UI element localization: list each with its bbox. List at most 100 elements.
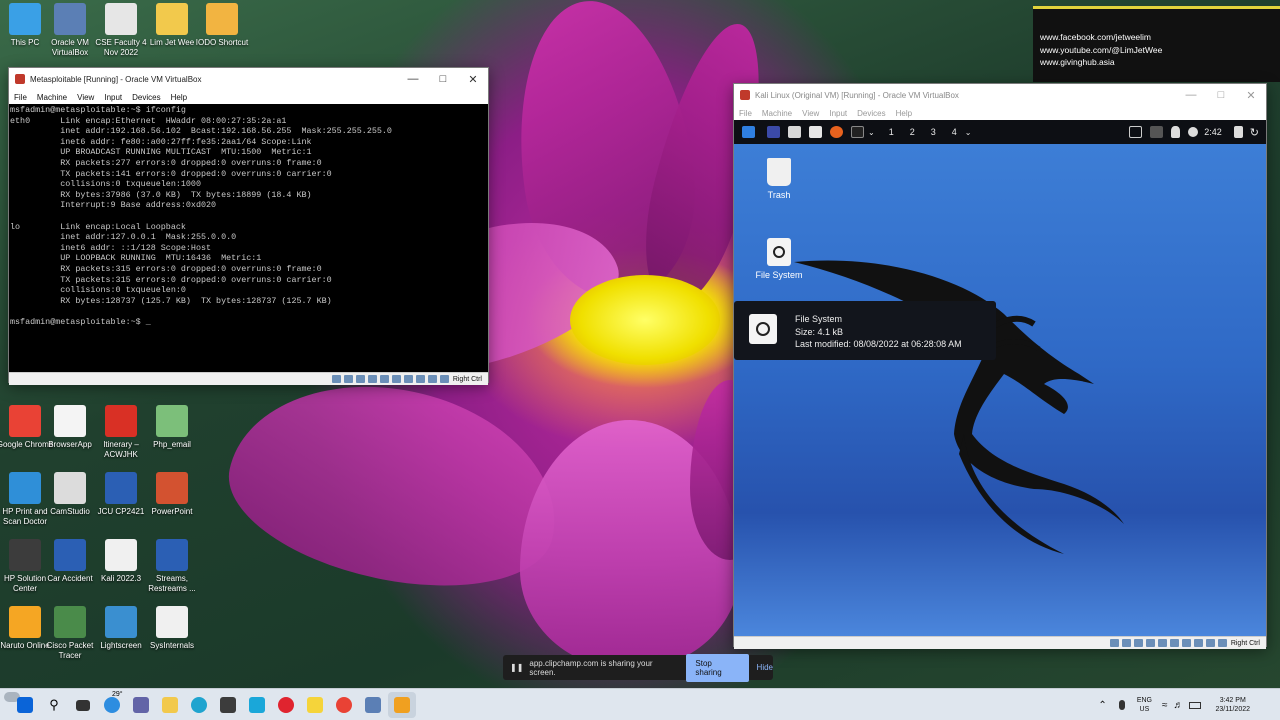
- file-system-tooltip: File System Size: 4.1 kB Last modified: …: [734, 301, 996, 360]
- close-button[interactable]: ✕: [1236, 89, 1266, 102]
- file-explorer-button[interactable]: [156, 692, 184, 718]
- menu-input[interactable]: Input: [829, 109, 847, 118]
- desktop-app-icon: [156, 3, 188, 35]
- website-link[interactable]: www.givinghub.asia: [1040, 56, 1280, 69]
- desktop-icon[interactable]: IODO Shortcut: [192, 3, 252, 48]
- search-button[interactable]: ⚲: [40, 692, 68, 718]
- tooltip-name: File System: [795, 314, 843, 324]
- sticky-notes-button[interactable]: [301, 692, 329, 718]
- desktop-app-icon: [54, 539, 86, 571]
- file-system-desktop-icon[interactable]: File System: [749, 238, 809, 280]
- desktop-icon[interactable]: Php_email: [142, 405, 202, 450]
- battery-icon[interactable]: [1189, 701, 1202, 709]
- maximize-button[interactable]: □: [1206, 89, 1236, 102]
- bell-icon[interactable]: [1171, 126, 1181, 138]
- menu-machine[interactable]: Machine: [762, 109, 792, 118]
- lock-icon[interactable]: [1233, 126, 1243, 138]
- task-view-button[interactable]: [69, 692, 97, 718]
- menu-devices[interactable]: Devices: [132, 93, 160, 102]
- chevron-up-icon[interactable]: ⌃: [1098, 700, 1106, 711]
- menu-view[interactable]: View: [802, 109, 819, 118]
- teams-chat-button[interactable]: [127, 692, 155, 718]
- terminal-screen[interactable]: msfadmin@metasploitable:~$ ifconfig eth0 …: [9, 104, 488, 372]
- kali-top-panel: ⌄ 1 2 3 4 ⌄ 2:42 ↻: [734, 120, 1266, 144]
- workspace-3[interactable]: 3: [931, 127, 936, 137]
- kali-menu-icon[interactable]: [742, 126, 755, 138]
- drive-icon: [749, 314, 777, 344]
- edge-button[interactable]: [185, 692, 213, 718]
- desktop-icon-label: SysInternals: [149, 641, 195, 650]
- window-icon[interactable]: [1129, 126, 1143, 138]
- youtube-link[interactable]: www.youtube.com/@LimJetWee: [1040, 44, 1280, 57]
- start-button[interactable]: [11, 692, 39, 718]
- menu-input[interactable]: Input: [104, 93, 122, 102]
- menu-devices[interactable]: Devices: [857, 109, 885, 118]
- store-button[interactable]: [214, 692, 242, 718]
- chrome-button[interactable]: [330, 692, 358, 718]
- power-icon[interactable]: [1188, 127, 1199, 137]
- chevron-down-icon[interactable]: ⌄: [965, 128, 972, 137]
- terminal-icon[interactable]: [851, 126, 864, 138]
- stop-sharing-button[interactable]: Stop sharing: [686, 653, 749, 682]
- mute-icon[interactable]: [1150, 126, 1164, 138]
- microphone-icon[interactable]: [1118, 700, 1125, 710]
- usb-icon: [1157, 639, 1167, 647]
- workspace-1[interactable]: 1: [889, 127, 894, 137]
- maximize-button[interactable]: □: [428, 73, 458, 86]
- menu-view[interactable]: View: [77, 93, 94, 102]
- workspace-4[interactable]: 4: [952, 127, 957, 137]
- terminal-line: RX bytes:128737 (125.7 KB) TX bytes:1287…: [10, 295, 332, 306]
- hide-button[interactable]: Hide: [757, 663, 773, 672]
- refresh-icon[interactable]: ↻: [1250, 126, 1259, 139]
- minimize-button[interactable]: —: [398, 73, 428, 86]
- desktop-icon[interactable]: Streams, Restreams ...: [142, 539, 202, 594]
- clock[interactable]: 3:42 PM 23/11/2022: [1215, 696, 1250, 714]
- terminal-line: inet6 addr: fe80::a00:27ff:fe35:2aa1/64 …: [10, 136, 312, 147]
- text-editor-icon[interactable]: [809, 126, 822, 138]
- menu-help[interactable]: Help: [171, 93, 187, 102]
- vm-status-bar: Right Ctrl: [9, 372, 488, 385]
- file-system-label: File System: [755, 270, 803, 280]
- minimize-button[interactable]: —: [1176, 89, 1206, 102]
- close-button[interactable]: ✕: [458, 73, 488, 86]
- firefox-icon[interactable]: [830, 126, 843, 138]
- chevron-down-icon[interactable]: ⌄: [868, 128, 875, 137]
- menu-help[interactable]: Help: [896, 109, 912, 118]
- menu-machine[interactable]: Machine: [37, 93, 67, 102]
- kali-clock[interactable]: 2:42: [1204, 127, 1222, 137]
- workspace-2[interactable]: 2: [910, 127, 915, 137]
- show-desktop-icon[interactable]: [767, 126, 780, 138]
- wifi-icon[interactable]: ≈: [1162, 700, 1168, 711]
- virtualbox-button[interactable]: [359, 692, 387, 718]
- language-indicator[interactable]: ENG US: [1137, 696, 1152, 714]
- optical-icon: [1121, 639, 1131, 647]
- desktop-app-icon: [54, 3, 86, 35]
- trash-label: Trash: [767, 190, 791, 200]
- trash-desktop-icon[interactable]: Trash: [749, 158, 809, 200]
- cpu-icon: [1205, 639, 1215, 647]
- facebook-link[interactable]: www.facebook.com/jetweelim: [1040, 31, 1280, 44]
- app-l-button[interactable]: [243, 692, 271, 718]
- kali-window[interactable]: Kali Linux (Original VM) [Running] - Ora…: [733, 83, 1267, 649]
- widgets-button[interactable]: [98, 692, 126, 718]
- optical-icon: [343, 375, 353, 383]
- kali-button[interactable]: [388, 692, 416, 718]
- lotus-center: [570, 275, 720, 365]
- menu-file[interactable]: File: [14, 93, 27, 102]
- file-manager-icon[interactable]: [788, 126, 801, 138]
- virtualbox-icon: [740, 90, 750, 100]
- desktop-app-icon: [105, 405, 137, 437]
- network-icon: [1145, 639, 1155, 647]
- terminal-line: msfadmin@metasploitable:~$ ifconfig: [10, 105, 186, 115]
- volume-icon[interactable]: ♬: [1173, 700, 1183, 711]
- terminal-line: lo Link encap:Local Loopback: [10, 221, 186, 232]
- metasploitable-titlebar[interactable]: Metasploitable [Running] - Oracle VM Vir…: [9, 68, 488, 90]
- opera-button[interactable]: [272, 692, 300, 718]
- kali-desktop[interactable]: Trash File System File System Size: 4.1 …: [734, 144, 1266, 636]
- recording-icon: [415, 375, 425, 383]
- kali-titlebar[interactable]: Kali Linux (Original VM) [Running] - Ora…: [734, 84, 1266, 106]
- menu-file[interactable]: File: [739, 109, 752, 118]
- metasploitable-window[interactable]: Metasploitable [Running] - Oracle VM Vir…: [8, 67, 489, 385]
- desktop-icon[interactable]: SysInternals: [142, 606, 202, 651]
- desktop-icon[interactable]: PowerPoint: [142, 472, 202, 517]
